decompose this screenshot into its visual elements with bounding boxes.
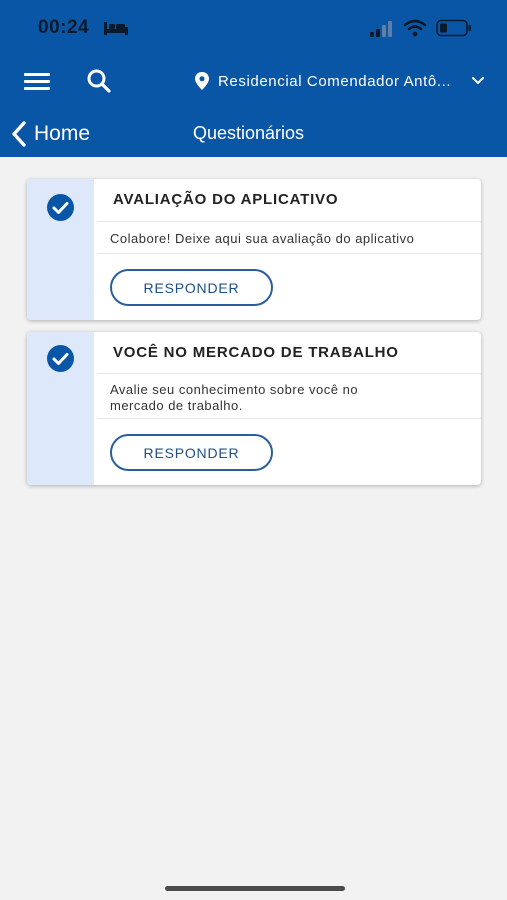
card-title: VOCÊ NO MERCADO DE TRABALHO: [113, 344, 399, 361]
location-selector[interactable]: Residencial Comendador Antô...: [195, 68, 485, 94]
top-nav: Residencial Comendador Antô...: [0, 60, 507, 102]
back-button[interactable]: Home: [10, 116, 90, 152]
check-icon: [47, 194, 74, 221]
status-time: 00:24: [38, 17, 90, 38]
card-description: Colabore! Deixe aqui sua avaliação do ap…: [97, 221, 481, 254]
card-description: Avalie seu conhecimento sobre você no me…: [97, 373, 481, 419]
search-icon[interactable]: [86, 68, 112, 94]
menu-icon[interactable]: [24, 70, 50, 92]
respond-button[interactable]: RESPONDER: [110, 269, 273, 306]
card-title: AVALIAÇÃO DO APLICATIVO: [113, 191, 339, 208]
home-indicator[interactable]: [165, 886, 345, 891]
questionnaire-card: VOCÊ NO MERCADO DE TRABALHO Avalie seu c…: [27, 332, 481, 485]
battery-icon: [436, 19, 471, 37]
chevron-down-icon: [472, 77, 484, 84]
bed-icon: [104, 22, 128, 35]
page-title: Questionários: [193, 123, 305, 143]
wifi-icon: [403, 19, 427, 37]
check-icon: [47, 345, 74, 372]
location-name: Residencial Comendador Antô...: [218, 72, 452, 90]
app-header: 00:24 Residencial Comendador Antô... Hom…: [0, 0, 507, 157]
questionnaire-card: AVALIAÇÃO DO APLICATIVO Colabore! Deixe …: [27, 179, 481, 320]
respond-button[interactable]: RESPONDER: [110, 434, 273, 471]
pin-icon: [195, 72, 209, 90]
back-label: Home: [34, 122, 91, 145]
status-bar: 00:24: [0, 0, 507, 56]
title-bar: Home Questionários: [0, 116, 507, 152]
card-status-column: [27, 332, 94, 485]
back-chevron-icon: [12, 121, 26, 147]
signal-icon: [370, 21, 392, 37]
card-status-column: [27, 179, 94, 320]
